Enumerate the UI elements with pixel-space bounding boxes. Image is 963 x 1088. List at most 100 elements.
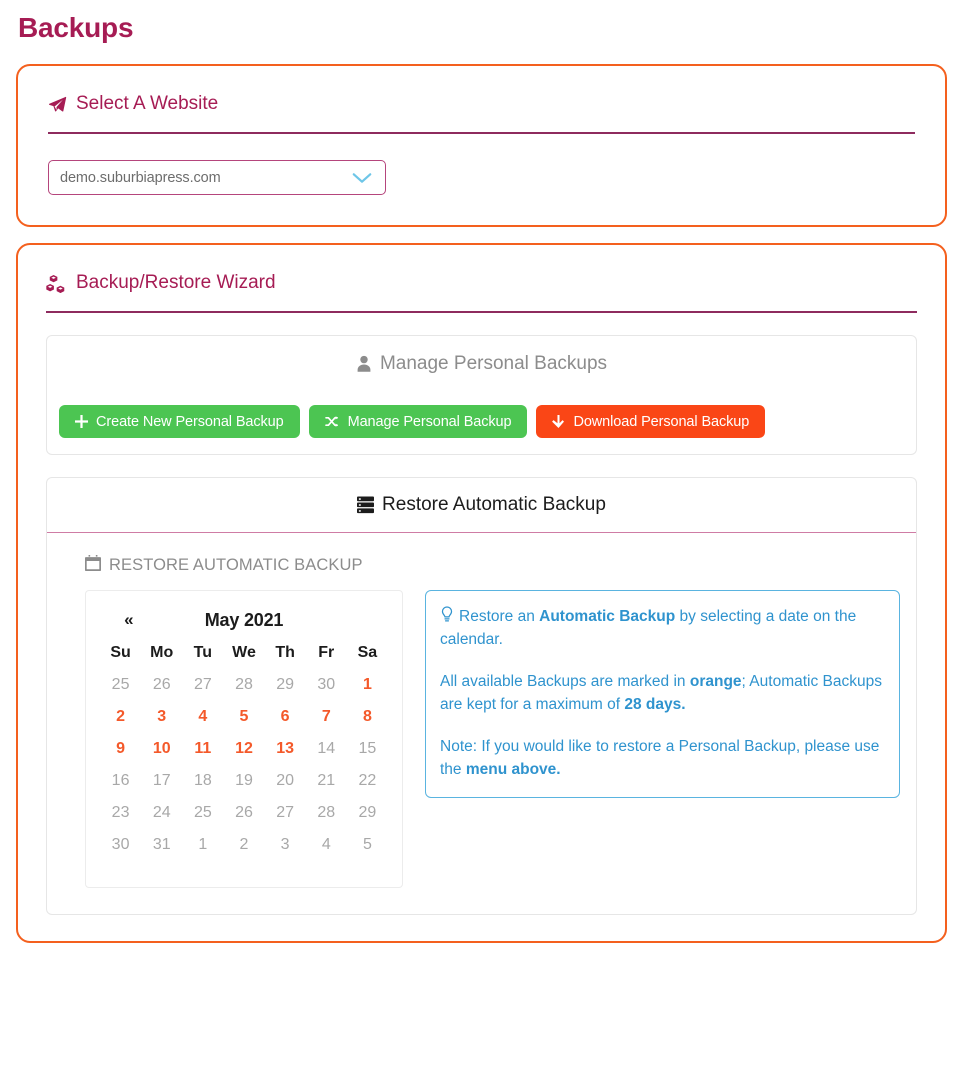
calendar-day[interactable]: 21 bbox=[306, 765, 347, 797]
calendar-prev-button[interactable]: « bbox=[100, 610, 158, 630]
info-emphasis: menu above. bbox=[465, 761, 561, 778]
website-select[interactable]: demo.suburbiapress.com bbox=[48, 160, 386, 195]
restore-info-box: Restore an Automatic Backup by selecting… bbox=[425, 590, 900, 798]
calendar-month-title: May 2021 bbox=[204, 609, 284, 630]
website-select-row: demo.suburbiapress.com bbox=[48, 134, 915, 195]
calendar-day-available[interactable]: 13 bbox=[265, 733, 306, 765]
wizard-heading: Backup/Restore Wizard bbox=[46, 271, 917, 311]
calendar-day[interactable]: 4 bbox=[306, 829, 347, 861]
calendar-day[interactable]: 18 bbox=[182, 765, 223, 797]
calendar-day[interactable]: 25 bbox=[182, 797, 223, 829]
manage-personal-backup-label: Manage Personal Backup bbox=[347, 413, 512, 430]
calendar-day[interactable]: 26 bbox=[141, 669, 182, 701]
calendar-day-available[interactable]: 9 bbox=[100, 733, 141, 765]
info-paragraph: Note: If you would like to restore a Per… bbox=[440, 735, 883, 781]
calendar-weekday: Su bbox=[110, 644, 131, 661]
calendar-day-available[interactable]: 5 bbox=[223, 701, 264, 733]
calendar-day[interactable]: 20 bbox=[265, 765, 306, 797]
restore-columns: « May 2021 Su Mo Tu We Th Fr Sa 25 26 27 28 29 30 1 2… bbox=[63, 590, 900, 888]
personal-backup-buttons: Create New Personal Backup Manage Person… bbox=[47, 391, 916, 454]
wizard-heading-label: Backup/Restore Wizard bbox=[76, 272, 276, 293]
calendar-day[interactable]: 3 bbox=[265, 829, 306, 861]
create-new-personal-backup-label: Create New Personal Backup bbox=[96, 413, 284, 430]
calendar-day[interactable]: 25 bbox=[100, 669, 141, 701]
website-select-value: demo.suburbiapress.com bbox=[60, 169, 221, 186]
download-personal-backup-label: Download Personal Backup bbox=[573, 413, 750, 430]
info-emphasis: orange bbox=[689, 673, 742, 690]
info-emphasis: 28 days. bbox=[624, 696, 686, 713]
calendar-day[interactable]: 29 bbox=[265, 669, 306, 701]
calendar-day[interactable]: 15 bbox=[347, 733, 388, 765]
calendar-day[interactable]: 17 bbox=[141, 765, 182, 797]
calendar-day[interactable]: 27 bbox=[182, 669, 223, 701]
calendar-day[interactable]: 19 bbox=[223, 765, 264, 797]
calendar-day-available[interactable]: 4 bbox=[182, 701, 223, 733]
info-emphasis: Automatic Backup bbox=[539, 608, 676, 625]
restore-section-label-text: RESTORE AUTOMATIC BACKUP bbox=[109, 556, 363, 574]
calendar-weekday: Fr bbox=[318, 644, 335, 661]
calendar-day-grid: 25 26 27 28 29 30 1 2 3 4 5 6 7 8 9 10 11 12 13 14 15 16 17 18 1… bbox=[100, 669, 388, 861]
calendar-day-available[interactable]: 2 bbox=[100, 701, 141, 733]
calendar-day[interactable]: 22 bbox=[347, 765, 388, 797]
calendar-day-available[interactable]: 6 bbox=[265, 701, 306, 733]
paper-plane-icon bbox=[48, 95, 67, 114]
server-icon bbox=[357, 496, 375, 514]
calendar-day[interactable]: 14 bbox=[306, 733, 347, 765]
calendar-day[interactable]: 2 bbox=[223, 829, 264, 861]
manage-personal-backups-panel: Manage Personal Backups Create New Perso… bbox=[46, 335, 917, 455]
calendar-day[interactable]: 16 bbox=[100, 765, 141, 797]
wizard-heading-divider bbox=[46, 311, 917, 313]
page-title: Backups bbox=[18, 12, 134, 43]
calendar-day[interactable]: 26 bbox=[223, 797, 264, 829]
user-icon bbox=[356, 355, 372, 373]
info-text: Restore an bbox=[459, 608, 540, 625]
calendar-day-available[interactable]: 10 bbox=[141, 733, 182, 765]
calendar-day-available[interactable]: 7 bbox=[306, 701, 347, 733]
restore-section-label: RESTORE AUTOMATIC BACKUP bbox=[63, 553, 900, 590]
calendar-day[interactable]: 30 bbox=[306, 669, 347, 701]
calendar-day[interactable]: 27 bbox=[265, 797, 306, 829]
calendar-day[interactable]: 1 bbox=[182, 829, 223, 861]
restore-info-text: Restore an Automatic Backup by selecting… bbox=[440, 608, 883, 781]
calendar-day-available[interactable]: 3 bbox=[141, 701, 182, 733]
calendar-weekday: We bbox=[232, 644, 256, 661]
tab-manage-personal-backups[interactable]: Manage Personal Backups bbox=[47, 336, 916, 391]
info-paragraph: All available Backups are marked in oran… bbox=[440, 670, 883, 716]
boxes-icon bbox=[46, 274, 67, 293]
select-website-heading-label: Select A Website bbox=[76, 93, 219, 114]
shuffle-icon bbox=[324, 415, 340, 428]
select-website-card: Select A Website demo.suburbiapress.com bbox=[16, 64, 947, 227]
tab-manage-personal-backups-label: Manage Personal Backups bbox=[379, 352, 608, 374]
calendar-day[interactable]: 28 bbox=[306, 797, 347, 829]
create-new-personal-backup-button[interactable]: Create New Personal Backup bbox=[59, 405, 300, 438]
info-text: All available Backups are marked in bbox=[440, 673, 690, 690]
calendar-day[interactable]: 30 bbox=[100, 829, 141, 861]
manage-personal-backup-button[interactable]: Manage Personal Backup bbox=[308, 405, 528, 438]
calendar-day[interactable]: 28 bbox=[223, 669, 264, 701]
restore-automatic-backup-panel: Restore Automatic Backup RESTORE AUTOMAT… bbox=[46, 477, 917, 915]
backups-page: Backups Select A Website demo.suburbiapr… bbox=[0, 8, 963, 943]
lightbulb-icon bbox=[440, 606, 454, 623]
calendar-icon bbox=[85, 555, 101, 576]
calendar-header: « May 2021 bbox=[100, 603, 388, 637]
calendar-day[interactable]: 24 bbox=[141, 797, 182, 829]
tab-restore-automatic-backup[interactable]: Restore Automatic Backup bbox=[47, 478, 916, 533]
calendar-day-available[interactable]: 12 bbox=[223, 733, 264, 765]
calendar-day-available[interactable]: 11 bbox=[182, 733, 223, 765]
calendar-weekday: Mo bbox=[150, 644, 174, 661]
calendar-weekday-row: Su Mo Tu We Th Fr Sa bbox=[100, 637, 388, 669]
arrow-down-icon bbox=[552, 414, 565, 429]
download-personal-backup-button[interactable]: Download Personal Backup bbox=[536, 405, 766, 438]
calendar-day[interactable]: 23 bbox=[100, 797, 141, 829]
info-paragraph: Restore an Automatic Backup by selecting… bbox=[440, 608, 856, 648]
backup-restore-wizard-card: Backup/Restore Wizard Manage Personal Ba… bbox=[16, 243, 947, 943]
calendar-day[interactable]: 31 bbox=[141, 829, 182, 861]
plus-icon bbox=[75, 415, 88, 428]
calendar-day-available[interactable]: 8 bbox=[347, 701, 388, 733]
calendar-weekday: Sa bbox=[357, 644, 378, 661]
backup-calendar: « May 2021 Su Mo Tu We Th Fr Sa 25 26 27 28 29 30 1 2… bbox=[85, 590, 403, 888]
calendar-day[interactable]: 29 bbox=[347, 797, 388, 829]
calendar-day-available[interactable]: 1 bbox=[347, 669, 388, 701]
calendar-day[interactable]: 5 bbox=[347, 829, 388, 861]
